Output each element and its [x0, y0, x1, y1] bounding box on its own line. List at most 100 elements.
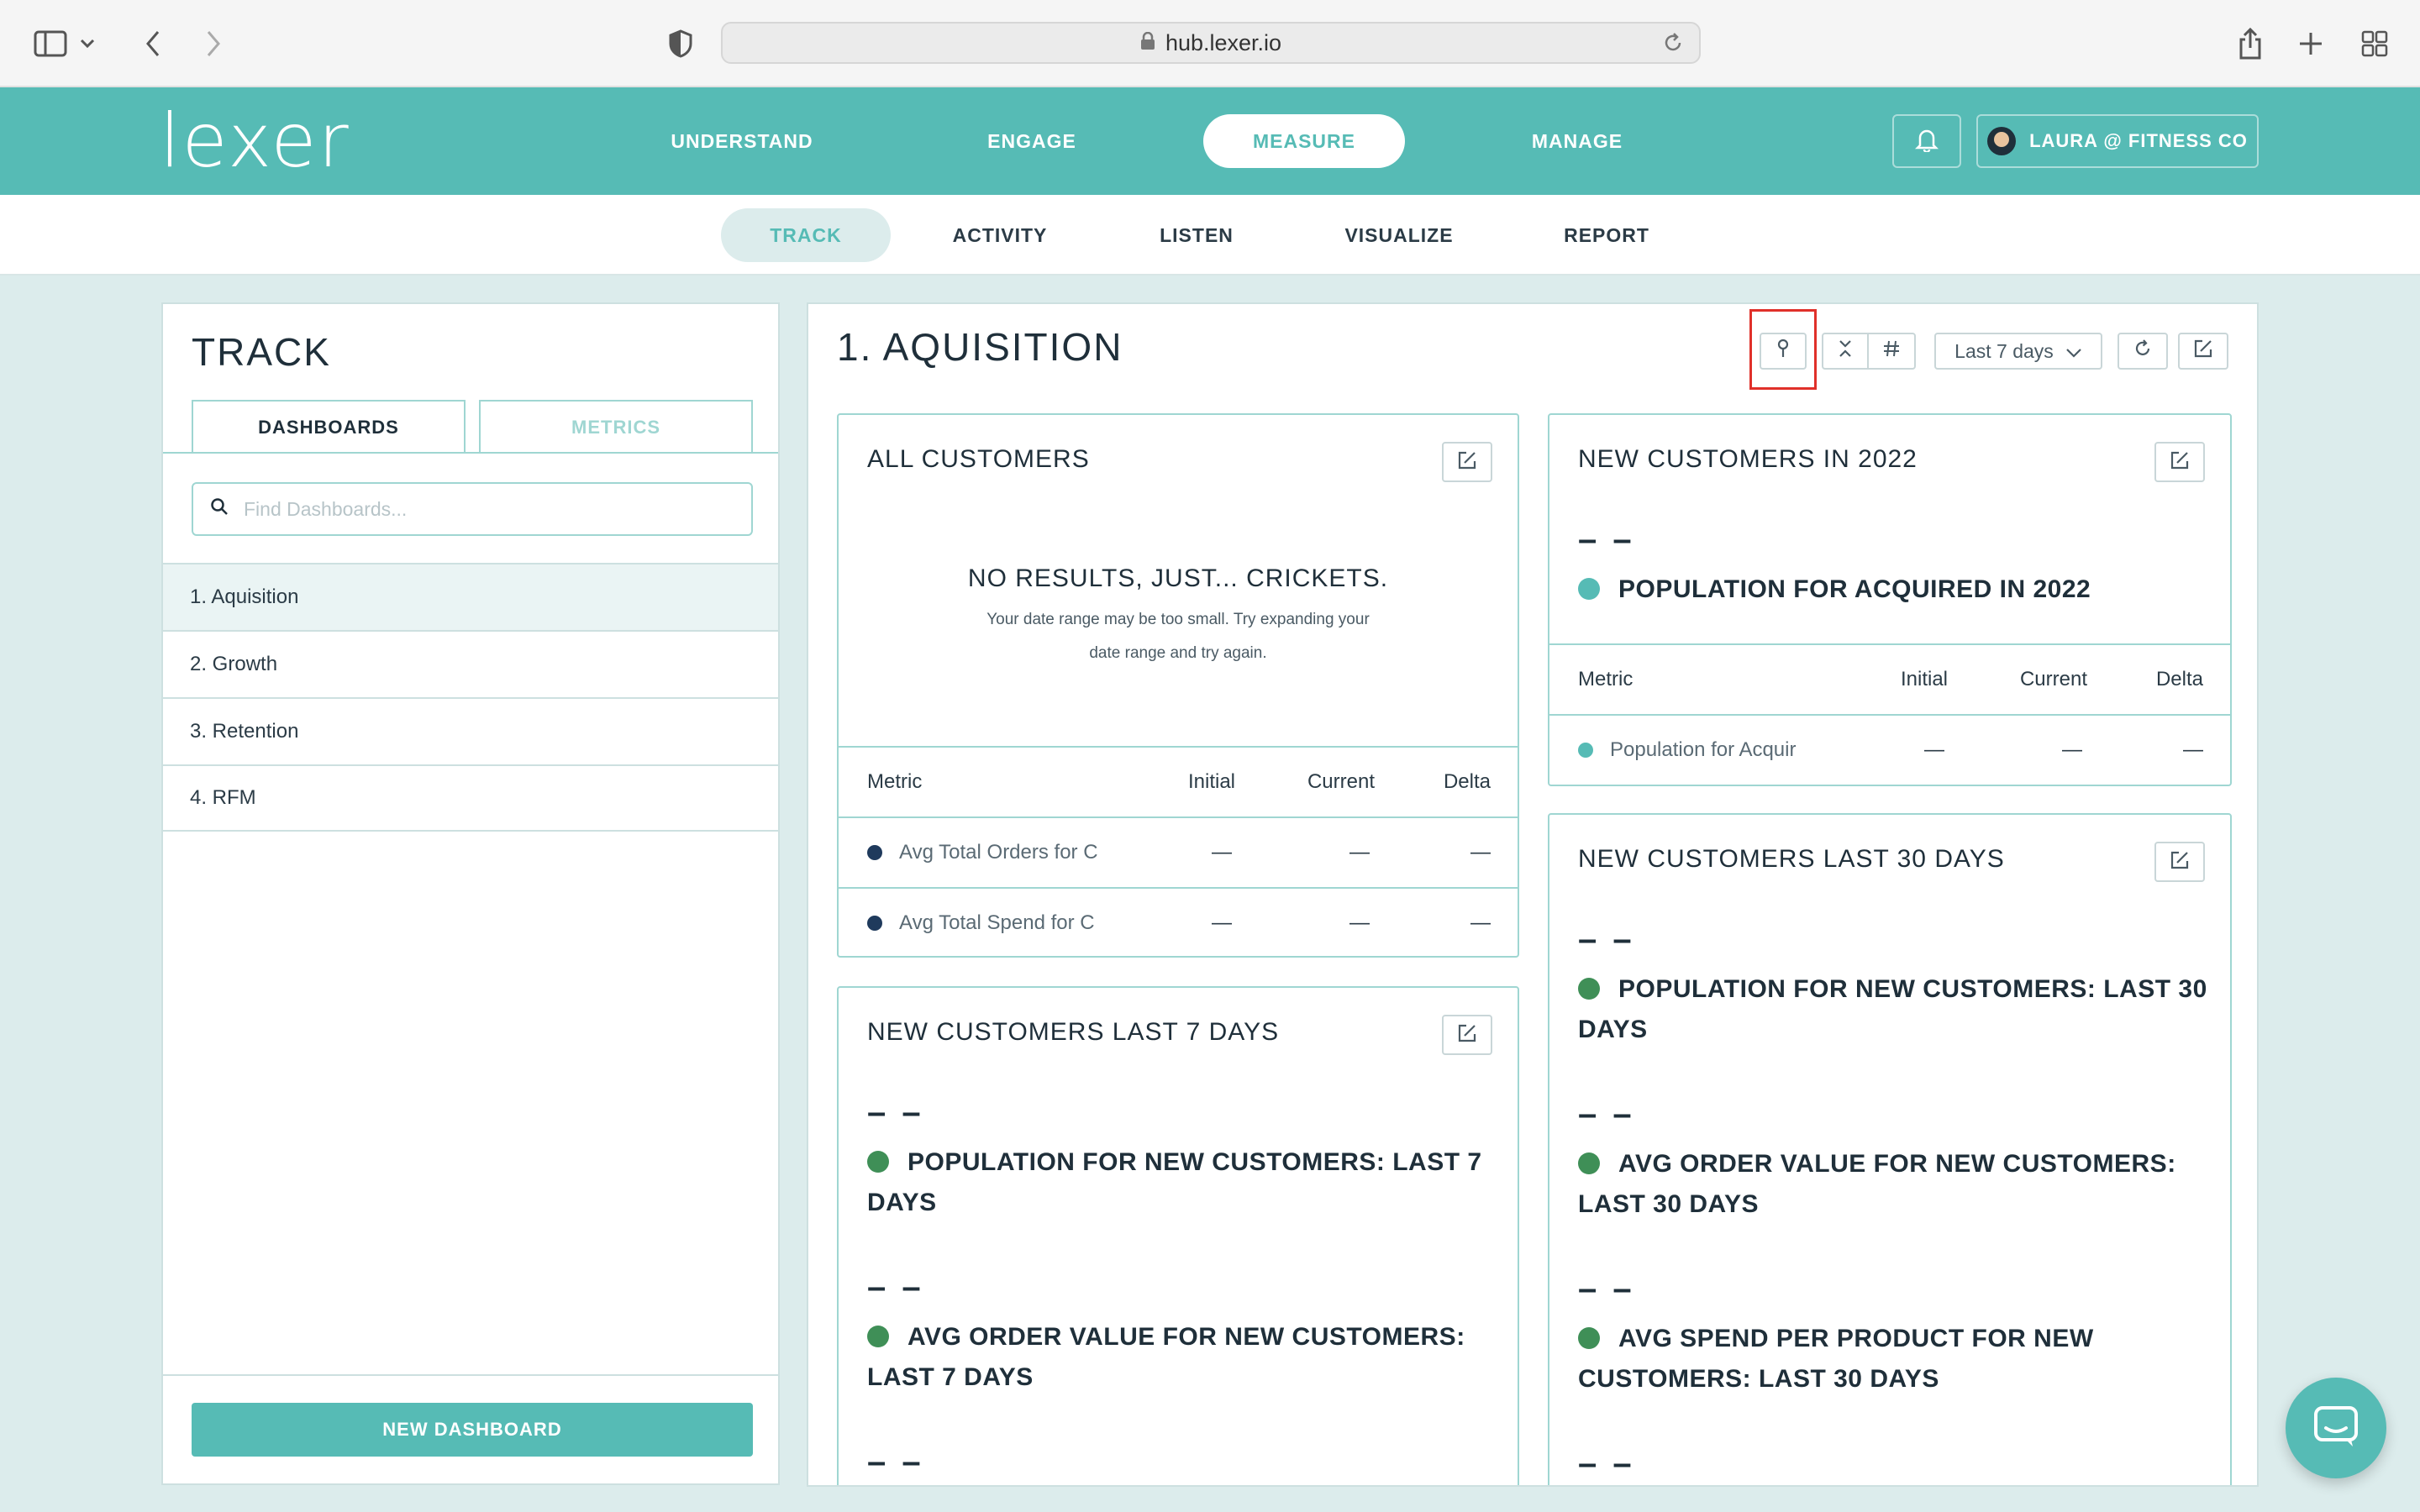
nav-understand[interactable]: UNDERSTAND [655, 114, 829, 168]
subnav-activity[interactable]: ACTIVITY [950, 208, 1050, 262]
chevron-down-icon[interactable] [74, 20, 101, 67]
row-initial: — [1924, 738, 1944, 761]
collapse-button[interactable] [1823, 334, 1869, 368]
metric-value: – – [867, 1443, 924, 1480]
new-tab-icon[interactable] [2287, 20, 2334, 67]
row-metric-name: Avg Total Orders for C [899, 841, 1098, 864]
series-dot [1578, 978, 1600, 1000]
series-dot [867, 1151, 889, 1173]
metric-table: Metric Initial Current Delta Population … [1549, 643, 2230, 785]
card-edit-button[interactable] [1442, 442, 1492, 482]
row-current: — [1349, 841, 1370, 864]
metric-label: POPULATION FOR ACQUIRED IN 2022 [1578, 570, 2091, 610]
date-range-value: Last 7 days [1954, 339, 2054, 362]
date-range-select[interactable]: Last 7 days [1934, 333, 2102, 370]
tab-dashboards[interactable]: DASHBOARDS [192, 400, 466, 454]
sidebar-footer-divider [163, 1374, 778, 1376]
tab-metrics[interactable]: METRICS [479, 400, 753, 454]
metric-label-text-cont: LAST 7 DAYS [867, 1363, 1034, 1391]
sidebar-toggle-icon[interactable] [27, 20, 74, 67]
grid-button[interactable] [1869, 334, 1914, 368]
series-dot [1578, 1327, 1600, 1349]
address-bar[interactable]: hub.lexer.io [721, 22, 1701, 64]
series-dot [1578, 1152, 1600, 1174]
metric-value: – – [1578, 521, 1635, 558]
row-delta: — [2183, 738, 2203, 761]
refresh-button[interactable] [2118, 333, 2168, 370]
notifications-button[interactable] [1892, 114, 1961, 168]
edit-icon [2170, 451, 2189, 474]
metric-value: – – [867, 1268, 924, 1305]
dashboards-sidebar: TRACK DASHBOARDS METRICS Find Dashboards… [161, 302, 780, 1485]
chat-launcher-button[interactable] [2286, 1378, 2386, 1478]
card-edit-button[interactable] [2154, 842, 2205, 882]
table-row[interactable]: Population for Acquir — — — [1549, 714, 2230, 785]
header-initial: Initial [1900, 668, 1948, 690]
share-icon[interactable] [2227, 20, 2274, 67]
header-delta: Delta [1443, 770, 1491, 793]
card-edit-button[interactable] [1442, 1015, 1492, 1055]
row-initial: — [1212, 841, 1232, 864]
row-metric: Avg Total Orders for C [867, 841, 1102, 864]
pin-icon [1776, 339, 1790, 364]
row-metric-name: Avg Total Spend for C [899, 911, 1095, 934]
metric-value: – – [867, 1094, 924, 1131]
header-metric: Metric [1578, 668, 1634, 690]
row-metric: Population for Acquir [1578, 738, 1813, 762]
nav-manage[interactable]: MANAGE [1521, 114, 1634, 168]
back-icon[interactable] [129, 20, 176, 67]
pin-button[interactable] [1760, 333, 1807, 370]
metric-label: AVG ORDER VALUE FOR NEW CUSTOMERS: LAST … [867, 1317, 1465, 1398]
forward-icon[interactable] [190, 20, 237, 67]
new-dashboard-button[interactable]: NEW DASHBOARD [192, 1403, 753, 1457]
card-new-customers-last-30-days: NEW CUSTOMERS LAST 30 DAYS – – POPULATIO… [1548, 813, 2232, 1485]
card-new-customers-last-7-days: NEW CUSTOMERS LAST 7 DAYS – – POPULATION… [837, 986, 1519, 1485]
metric-label-text: AVG ORDER VALUE FOR NEW CUSTOMERS: [908, 1323, 1465, 1351]
search-dashboards-input[interactable]: Find Dashboards... [192, 482, 753, 536]
bell-icon [1914, 127, 1939, 156]
dashboard-item-aquisition[interactable]: 1. Aquisition [163, 563, 778, 630]
lexer-logo[interactable]: lexer [160, 104, 350, 178]
metric-label: POPULATION FOR NEW CUSTOMERS: LAST 30 DA… [1578, 969, 2207, 1050]
row-delta: — [1470, 911, 1491, 934]
card-edit-button[interactable] [2154, 442, 2205, 482]
subnav-listen[interactable]: LISTEN [1151, 208, 1242, 262]
lock-icon [1140, 30, 1155, 56]
dashboard-item-retention[interactable]: 3. Retention [163, 697, 778, 764]
dashboard-item-rfm[interactable]: 4. RFM [163, 764, 778, 832]
user-menu-button[interactable]: LAURA @ FITNESS CO [1976, 114, 2259, 168]
reload-icon[interactable] [1662, 32, 1684, 60]
browser-toolbar: hub.lexer.io [0, 0, 2420, 87]
nav-engage[interactable]: ENGAGE [975, 114, 1089, 168]
subnav-visualize[interactable]: VISUALIZE [1343, 208, 1455, 262]
header-metric: Metric [867, 770, 923, 793]
edit-dashboard-button[interactable] [2178, 333, 2228, 370]
empty-state-line-2: date range and try again. [1089, 644, 1267, 662]
subnav-report[interactable]: REPORT [1561, 208, 1652, 262]
metric-value: – – [1578, 1095, 1635, 1132]
row-metric-name: Population for Acquir [1610, 738, 1797, 761]
metric-label-text: AVG ORDER VALUE FOR NEW CUSTOMERS: [1618, 1150, 2176, 1178]
edit-icon [2170, 851, 2189, 874]
empty-state-line-1: Your date range may be too small. Try ex… [986, 611, 1370, 628]
shield-icon[interactable] [657, 20, 704, 67]
metric-value: – – [1578, 1270, 1635, 1307]
table-row[interactable]: Avg Total Orders for C — — — [839, 816, 1518, 887]
metric-label-text: POPULATION FOR NEW CUSTOMERS: LAST 7 [908, 1148, 1482, 1176]
tab-overview-icon[interactable] [2351, 20, 2398, 67]
metric-value: – – [1578, 921, 1635, 958]
series-dot [1578, 743, 1593, 758]
header-delta: Delta [2155, 668, 2203, 690]
header-current: Current [2019, 668, 2087, 690]
dashboard-item-growth[interactable]: 2. Growth [163, 630, 778, 697]
nav-measure[interactable]: MEASURE [1203, 114, 1405, 168]
refresh-icon [2133, 339, 2152, 363]
metric-label-text-cont: DAYS [867, 1189, 937, 1216]
dashboard-panel: 1. AQUISITION Last 7 days ALL CUSTOMERS … [807, 302, 2259, 1487]
table-row[interactable]: Avg Total Spend for C — — — [839, 887, 1518, 956]
subnav-track[interactable]: TRACK [721, 208, 891, 262]
row-current: — [2062, 738, 2082, 761]
row-metric: Avg Total Spend for C [867, 911, 1102, 935]
series-dot [867, 845, 882, 860]
metric-label-text-cont: DAYS [1578, 1016, 1648, 1043]
